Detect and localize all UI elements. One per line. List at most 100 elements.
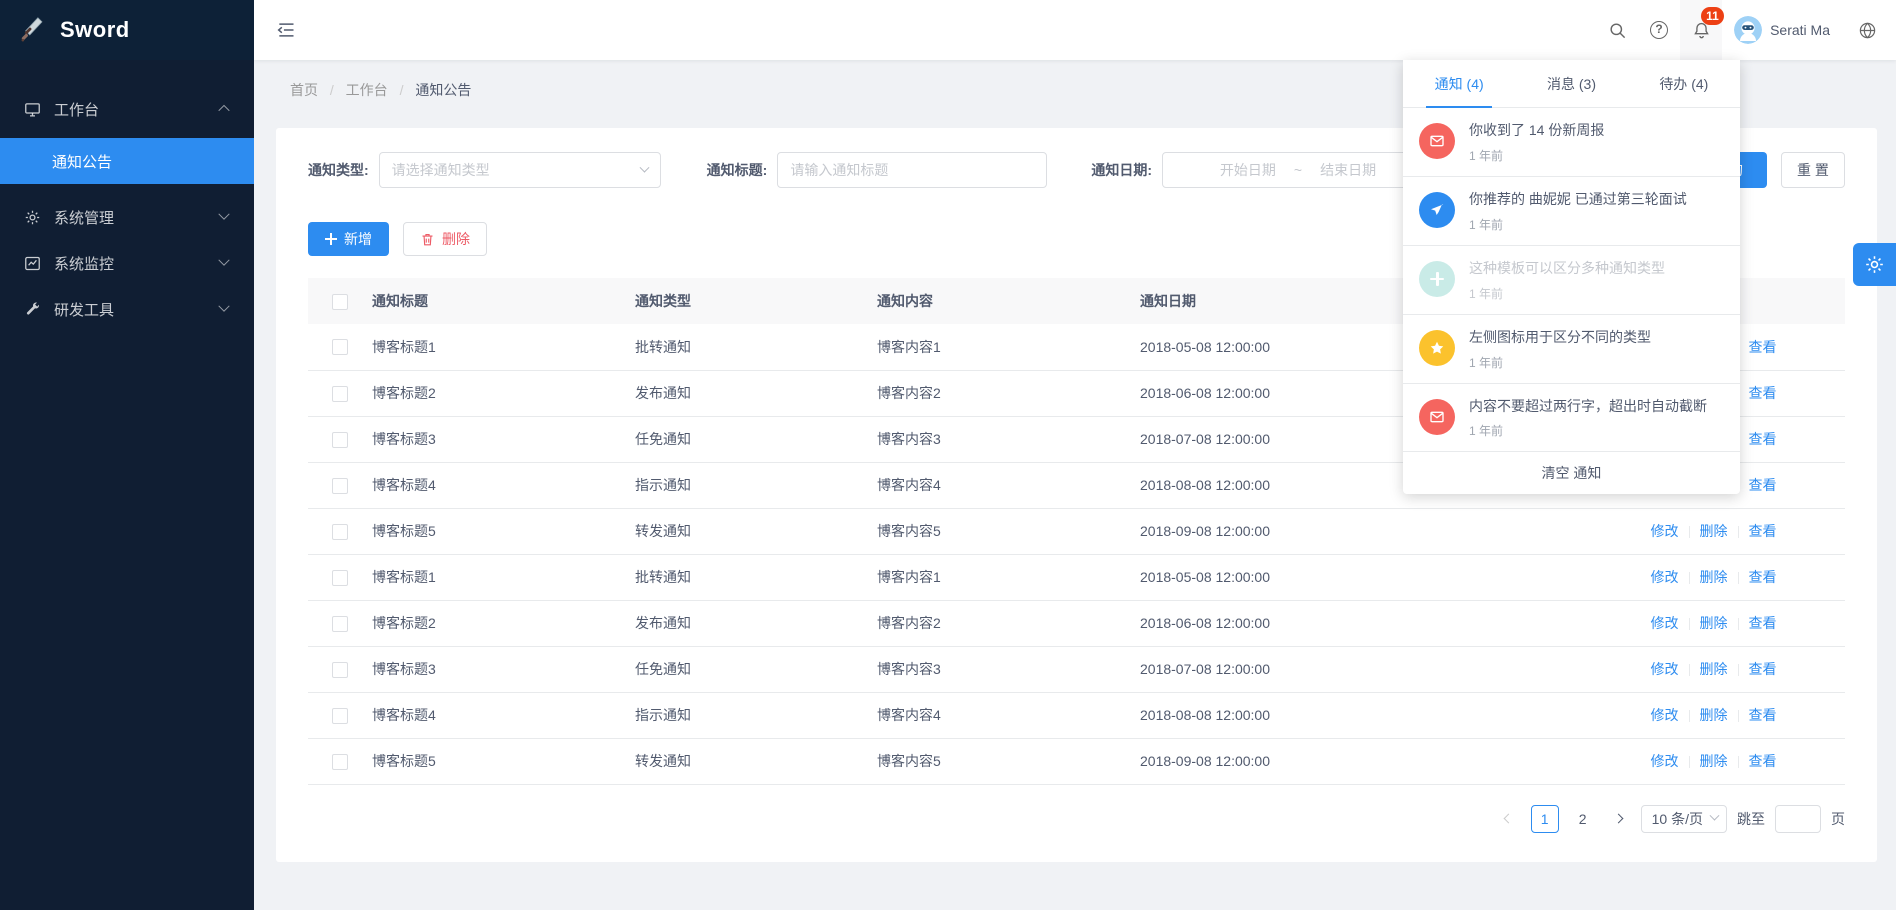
topbar: ? 11 Serati Ma xyxy=(254,0,1896,60)
col-header-type: 通知类型 xyxy=(635,278,877,324)
notification-item[interactable]: 左侧图标用于区分不同的类型 1 年前 xyxy=(1403,315,1740,384)
notification-item[interactable]: 你推荐的 曲妮妮 已通过第三轮面试 1 年前 xyxy=(1403,177,1740,246)
select-all-checkbox[interactable] xyxy=(332,294,348,310)
search-icon[interactable] xyxy=(1596,0,1638,60)
star-icon xyxy=(1419,330,1455,366)
breadcrumb-separator: / xyxy=(330,82,334,98)
notification-title: 左侧图标用于区分不同的类型 xyxy=(1469,328,1651,347)
row-checkbox[interactable] xyxy=(332,478,348,494)
chevron-down-icon xyxy=(639,162,649,172)
delete-button[interactable]: 删除 xyxy=(403,222,487,256)
cell-date: 2018-05-08 12:00:00 xyxy=(1140,554,1582,600)
chevron-up-icon xyxy=(218,105,229,116)
row-checkbox[interactable] xyxy=(332,662,348,678)
help-icon[interactable]: ? xyxy=(1638,0,1680,60)
edit-link[interactable]: 修改 xyxy=(1651,661,1679,677)
app-logo[interactable]: Sword xyxy=(0,0,254,60)
view-link[interactable]: 查看 xyxy=(1749,569,1777,585)
notice-date-range-picker[interactable]: 开始日期 ~ 结束日期 xyxy=(1162,152,1434,188)
monitor-icon xyxy=(24,101,41,118)
cell-content: 博客内容5 xyxy=(877,738,1140,784)
add-button-label: 新增 xyxy=(344,229,372,249)
edit-link[interactable]: 修改 xyxy=(1651,707,1679,723)
sidebar-item-workbench[interactable]: 工作台 xyxy=(0,86,254,132)
breadcrumb-home[interactable]: 首页 xyxy=(290,82,318,98)
table-row: 博客标题5 转发通知 博客内容5 2018-09-08 12:00:00 修改删… xyxy=(308,738,1845,784)
pagination-page-1[interactable]: 1 xyxy=(1531,805,1559,833)
notification-time: 1 年前 xyxy=(1469,216,1687,233)
view-link[interactable]: 查看 xyxy=(1749,477,1777,493)
cell-type: 任免通知 xyxy=(635,416,877,462)
menu-fold-icon[interactable] xyxy=(276,21,296,39)
page-size-select[interactable]: 10 条/页 xyxy=(1641,805,1727,833)
edit-link[interactable]: 修改 xyxy=(1651,615,1679,631)
view-link[interactable]: 查看 xyxy=(1749,339,1777,355)
edit-link[interactable]: 修改 xyxy=(1651,523,1679,539)
row-checkbox[interactable] xyxy=(332,386,348,402)
cell-title: 博客标题2 xyxy=(372,600,635,646)
reset-button[interactable]: 重 置 xyxy=(1781,152,1845,188)
delete-link[interactable]: 删除 xyxy=(1700,569,1728,585)
clear-notifications-button[interactable]: 清空 通知 xyxy=(1403,452,1740,494)
user-name[interactable]: Serati Ma xyxy=(1770,22,1830,38)
notice-type-select[interactable]: 请选择通知类型 xyxy=(379,152,661,188)
view-link[interactable]: 查看 xyxy=(1749,385,1777,401)
notification-item[interactable]: 内容不要超过两行字，超出时自动截断 1 年前 xyxy=(1403,384,1740,453)
row-checkbox[interactable] xyxy=(332,570,348,586)
cell-title: 博客标题2 xyxy=(372,370,635,416)
notification-title: 你收到了 14 份新周报 xyxy=(1469,121,1604,140)
view-link[interactable]: 查看 xyxy=(1749,661,1777,677)
pagination-next-icon[interactable] xyxy=(1607,807,1631,831)
delete-link[interactable]: 删除 xyxy=(1700,615,1728,631)
theme-settings-button[interactable] xyxy=(1853,243,1896,286)
cell-type: 发布通知 xyxy=(635,600,877,646)
cell-type: 批转通知 xyxy=(635,554,877,600)
row-checkbox[interactable] xyxy=(332,432,348,448)
sidebar-item-dev-tools[interactable]: 研发工具 xyxy=(0,286,254,332)
row-checkbox[interactable] xyxy=(332,754,348,770)
col-header-content: 通知内容 xyxy=(877,278,1140,324)
table-row: 博客标题3 任免通知 博客内容3 2018-07-08 12:00:00 修改删… xyxy=(308,646,1845,692)
edit-link[interactable]: 修改 xyxy=(1651,569,1679,585)
mail-icon xyxy=(1419,123,1455,159)
cell-type: 指示通知 xyxy=(635,692,877,738)
view-link[interactable]: 查看 xyxy=(1749,431,1777,447)
delete-link[interactable]: 删除 xyxy=(1700,523,1728,539)
breadcrumb-workbench[interactable]: 工作台 xyxy=(346,82,388,98)
cell-content: 博客内容3 xyxy=(877,646,1140,692)
user-avatar[interactable] xyxy=(1734,16,1762,44)
breadcrumb: 首页 / 工作台 / 通知公告 xyxy=(290,80,471,100)
pagination-prev-icon[interactable] xyxy=(1497,807,1521,831)
notification-item[interactable]: 这种模板可以区分多种通知类型 1 年前 xyxy=(1403,246,1740,315)
table-row: 博客标题5 转发通知 博客内容5 2018-09-08 12:00:00 修改删… xyxy=(308,508,1845,554)
notification-item[interactable]: 你收到了 14 份新周报 1 年前 xyxy=(1403,108,1740,177)
delete-link[interactable]: 删除 xyxy=(1700,753,1728,769)
cell-content: 博客内容2 xyxy=(877,370,1140,416)
delete-link[interactable]: 删除 xyxy=(1700,707,1728,723)
sidebar-item-system-monitor[interactable]: 系统监控 xyxy=(0,240,254,286)
language-globe-icon[interactable] xyxy=(1846,0,1888,60)
row-checkbox[interactable] xyxy=(332,708,348,724)
tab-messages[interactable]: 消息 (3) xyxy=(1515,60,1627,107)
view-link[interactable]: 查看 xyxy=(1749,753,1777,769)
sidebar-item-system-admin[interactable]: 系统管理 xyxy=(0,194,254,240)
tab-todos[interactable]: 待办 (4) xyxy=(1628,60,1740,107)
delete-link[interactable]: 删除 xyxy=(1700,661,1728,677)
row-checkbox[interactable] xyxy=(332,616,348,632)
notice-title-input[interactable] xyxy=(777,152,1047,188)
pagination-page-2[interactable]: 2 xyxy=(1569,805,1597,833)
row-checkbox[interactable] xyxy=(332,524,348,540)
view-link[interactable]: 查看 xyxy=(1749,707,1777,723)
jump-page-input[interactable] xyxy=(1775,805,1821,833)
cell-title: 博客标题4 xyxy=(372,692,635,738)
tab-notifications[interactable]: 通知 (4) xyxy=(1403,60,1515,107)
notification-bell-button[interactable]: 11 xyxy=(1680,0,1722,60)
wing-icon xyxy=(1419,192,1455,228)
edit-link[interactable]: 修改 xyxy=(1651,753,1679,769)
view-link[interactable]: 查看 xyxy=(1749,523,1777,539)
sidebar-item-label: 系统监控 xyxy=(54,253,114,274)
sidebar-item-notice[interactable]: 通知公告 xyxy=(0,138,254,184)
view-link[interactable]: 查看 xyxy=(1749,615,1777,631)
add-button[interactable]: 新增 xyxy=(308,222,389,256)
row-checkbox[interactable] xyxy=(332,339,348,355)
